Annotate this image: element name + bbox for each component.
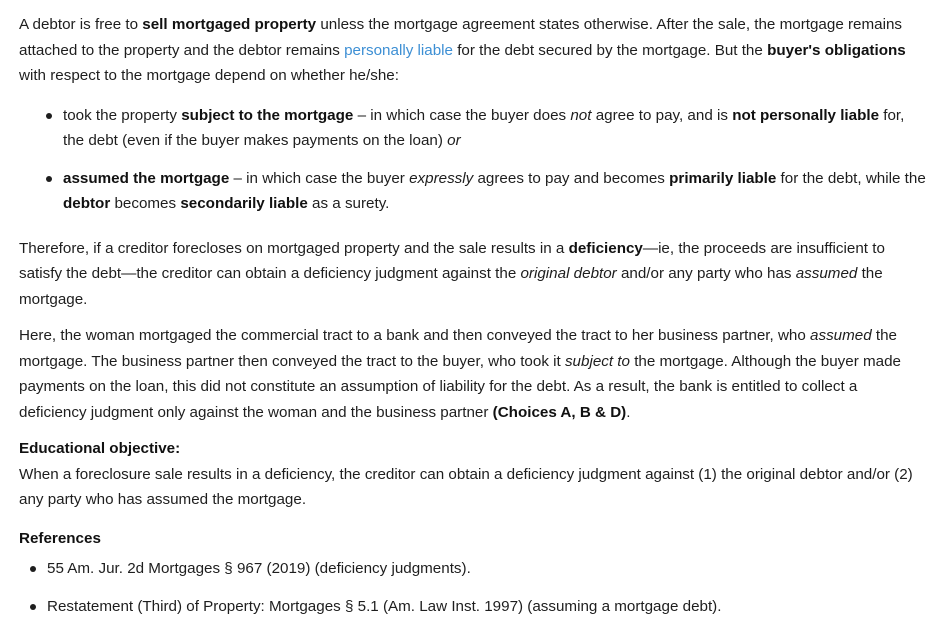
term-sell-mortgaged-property: sell mortgaged property [142,16,317,33]
choices-reference: (Choices A, B & D) [492,403,627,421]
reference-item: 55 Am. Jur. 2d Mortgages § 967 (2019) (d… [30,556,928,582]
intro-paragraph: A debtor is free to sell mortgaged prope… [19,16,906,84]
reference-item: Restatement (Third) of Property: Mortgag… [30,594,928,620]
deficiency-paragraph: Therefore, if a creditor forecloses on m… [19,239,885,308]
educational-objective-text: When a foreclosure sale results in a def… [19,465,913,509]
list-item-subject-to: took the property subject to the mortgag… [46,103,928,154]
list-item-assumed: assumed the mortgage – in which case the… [46,166,928,217]
references-heading: References [19,529,101,547]
explanation-content: A debtor is free to sell mortgaged prope… [0,0,942,619]
buyer-options-list: took the property subject to the mortgag… [19,103,928,217]
references-list: 55 Am. Jur. 2d Mortgages § 967 (2019) (d… [19,556,928,619]
personally-liable-link[interactable]: personally liable [344,42,453,59]
term-buyers-obligations: buyer's obligations [767,41,906,59]
application-paragraph: Here, the woman mortgaged the commercial… [19,327,901,421]
educational-objective-heading: Educational objective: [19,440,181,457]
